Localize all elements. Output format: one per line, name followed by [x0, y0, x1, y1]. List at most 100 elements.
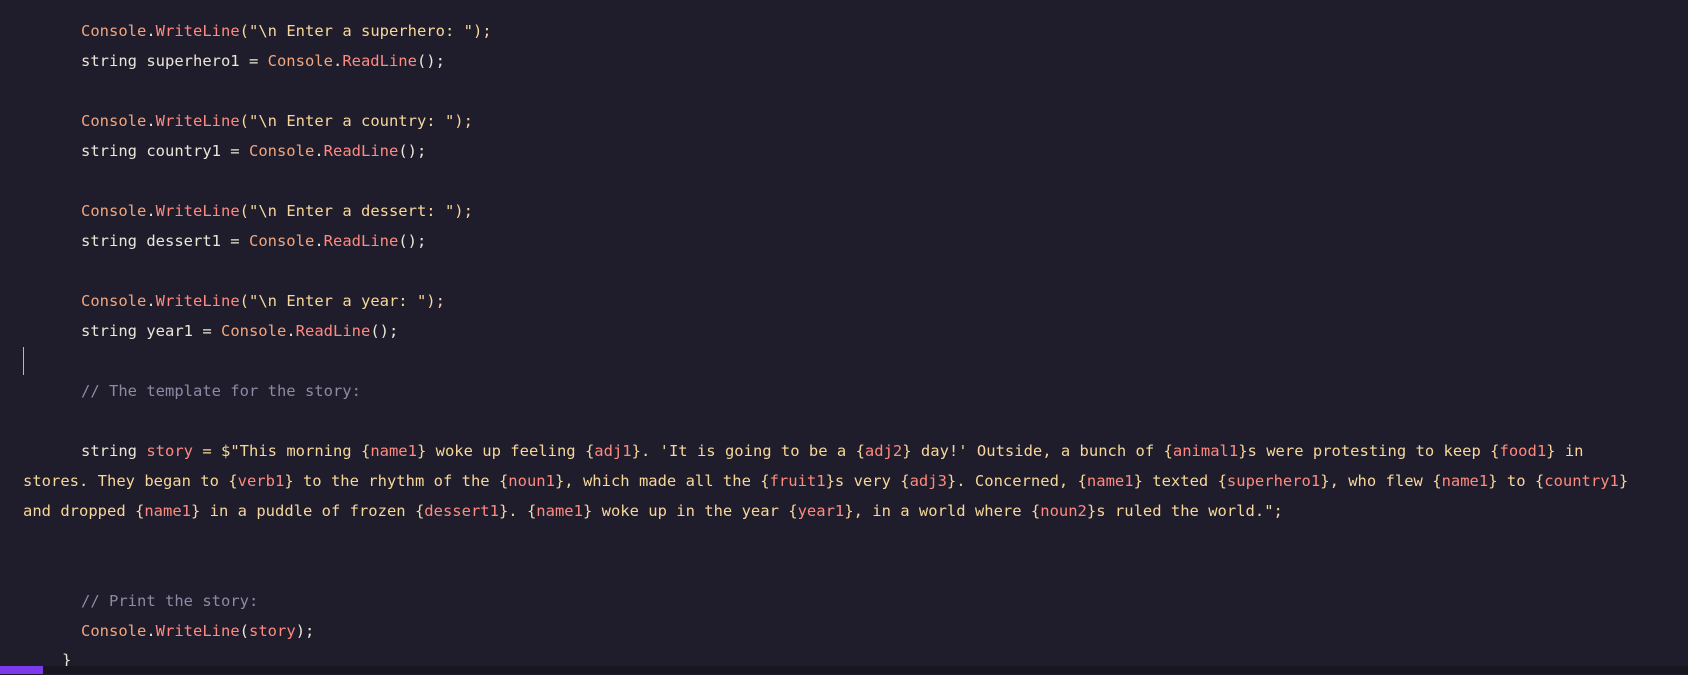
- code-token: }, in a world where {: [844, 502, 1041, 520]
- code-line[interactable]: string story = $"This morning {name1} wo…: [0, 436, 1584, 466]
- code-line[interactable]: // The template for the story:: [0, 376, 361, 406]
- code-token: ("\n Enter a dessert: ");: [239, 202, 473, 220]
- code-token: );: [295, 622, 315, 640]
- code-token: name1: [370, 442, 417, 460]
- code-token: noun2: [1040, 502, 1087, 520]
- code-token: string year1 =: [81, 322, 221, 340]
- code-token: Console: [81, 202, 147, 220]
- code-token: name1: [536, 502, 583, 520]
- code-token: ReadLine: [323, 232, 399, 250]
- code-token: string country1 =: [81, 142, 249, 160]
- code-token: food1: [1499, 442, 1547, 460]
- code-token: .: [314, 232, 324, 250]
- code-token: story: [146, 442, 193, 460]
- code-token: ();: [398, 232, 427, 250]
- code-token: ("\n Enter a year: ");: [239, 292, 445, 310]
- code-token: animal1: [1172, 442, 1239, 460]
- code-token: string: [81, 442, 147, 460]
- code-token: ();: [370, 322, 399, 340]
- code-token: }s very {: [825, 472, 910, 490]
- code-token: WriteLine: [155, 622, 240, 640]
- code-line[interactable]: string country1 = Console.ReadLine();: [0, 136, 426, 166]
- code-line[interactable]: string dessert1 = Console.ReadLine();: [0, 226, 426, 256]
- code-token: }s were protesting to keep {: [1238, 442, 1500, 460]
- code-token: // The template for the story:: [81, 382, 361, 400]
- code-token: year1: [797, 502, 845, 520]
- code-token: }. 'It is going to be a {: [631, 442, 865, 460]
- code-token: }s ruled the world.";: [1086, 502, 1283, 520]
- code-token: WriteLine: [155, 202, 240, 220]
- code-token: superhero1: [1226, 472, 1321, 490]
- code-editor[interactable]: Console.WriteLine("\n Enter a superhero:…: [0, 0, 1688, 674]
- code-token: string dessert1 =: [81, 232, 249, 250]
- code-token: country1: [1544, 472, 1619, 490]
- code-token: adj3: [909, 472, 947, 490]
- code-token: Console: [220, 322, 287, 340]
- code-token: name1: [1086, 472, 1134, 490]
- code-token: WriteLine: [155, 22, 240, 40]
- code-token: ();: [398, 142, 427, 160]
- code-token: Console: [267, 52, 333, 70]
- code-token: } woke up feeling {: [416, 442, 595, 460]
- code-token: }. Concerned, {: [946, 472, 1087, 490]
- code-token: ();: [416, 52, 445, 70]
- code-token: } in a puddle of frozen {: [191, 502, 425, 520]
- code-line[interactable]: and dropped {name1} in a puddle of froze…: [0, 496, 1283, 526]
- code-token: adj1: [594, 442, 632, 460]
- code-token: Console: [248, 232, 315, 250]
- code-token: WriteLine: [155, 112, 240, 130]
- code-token: .: [146, 622, 156, 640]
- code-token: // Print the story:: [81, 592, 259, 610]
- code-token: adj2: [864, 442, 903, 460]
- code-token: name1: [1441, 472, 1489, 490]
- code-token: (: [239, 622, 250, 640]
- code-token: } in: [1546, 442, 1584, 460]
- code-token: } to {: [1488, 472, 1545, 490]
- code-token: ("\n Enter a superhero: ");: [239, 22, 492, 40]
- code-token: Console: [81, 112, 147, 130]
- code-token: Console: [248, 142, 315, 160]
- code-token: noun1: [508, 472, 555, 490]
- code-line[interactable]: // Print the story:: [0, 586, 258, 616]
- code-token: string superhero1 =: [81, 52, 268, 70]
- code-token: WriteLine: [155, 292, 240, 310]
- code-token: ReadLine: [342, 52, 417, 70]
- code-token: .: [332, 52, 343, 70]
- code-token: .: [146, 112, 156, 130]
- code-token: fruit1: [769, 472, 826, 490]
- code-token: Console: [81, 622, 147, 640]
- code-token: ("\n Enter a country: ");: [239, 112, 473, 130]
- code-token: dessert1: [424, 502, 499, 520]
- code-line[interactable]: Console.WriteLine(story);: [0, 616, 314, 646]
- status-bar: [0, 666, 1688, 674]
- code-token: } day!' Outside, a bunch of {: [902, 442, 1173, 460]
- code-line[interactable]: stores. They began to {verb1} to the rhy…: [0, 466, 1628, 496]
- code-token: name1: [144, 502, 191, 520]
- code-token: ReadLine: [323, 142, 399, 160]
- status-accent-block[interactable]: [0, 666, 43, 674]
- code-token: = $"This morning {: [193, 442, 371, 460]
- code-token: } to the rhythm of the {: [284, 472, 509, 490]
- code-token: Console: [81, 292, 147, 310]
- code-line[interactable]: string superhero1 = Console.ReadLine();: [0, 46, 445, 76]
- code-token: } woke up in the year {: [582, 502, 798, 520]
- code-token: ReadLine: [295, 322, 371, 340]
- code-token: Console: [81, 22, 147, 40]
- code-line[interactable]: Console.WriteLine("\n Enter a dessert: "…: [0, 196, 473, 226]
- text-cursor: [23, 347, 24, 375]
- code-token: }, who flew {: [1320, 472, 1442, 490]
- code-token: .: [146, 22, 156, 40]
- code-line[interactable]: Console.WriteLine("\n Enter a superhero:…: [0, 16, 492, 46]
- code-token: and dropped {: [23, 502, 145, 520]
- code-token: .: [146, 292, 156, 310]
- code-token: .: [146, 202, 156, 220]
- code-line[interactable]: Console.WriteLine("\n Enter a country: "…: [0, 106, 473, 136]
- code-token: .: [286, 322, 296, 340]
- code-token: }. {: [498, 502, 537, 520]
- code-token: } texted {: [1133, 472, 1227, 490]
- code-line[interactable]: string year1 = Console.ReadLine();: [0, 316, 398, 346]
- code-line[interactable]: Console.WriteLine("\n Enter a year: ");: [0, 286, 445, 316]
- code-token: stores. They began to {: [23, 472, 238, 490]
- code-token: }: [1618, 472, 1629, 490]
- code-token: verb1: [237, 472, 285, 490]
